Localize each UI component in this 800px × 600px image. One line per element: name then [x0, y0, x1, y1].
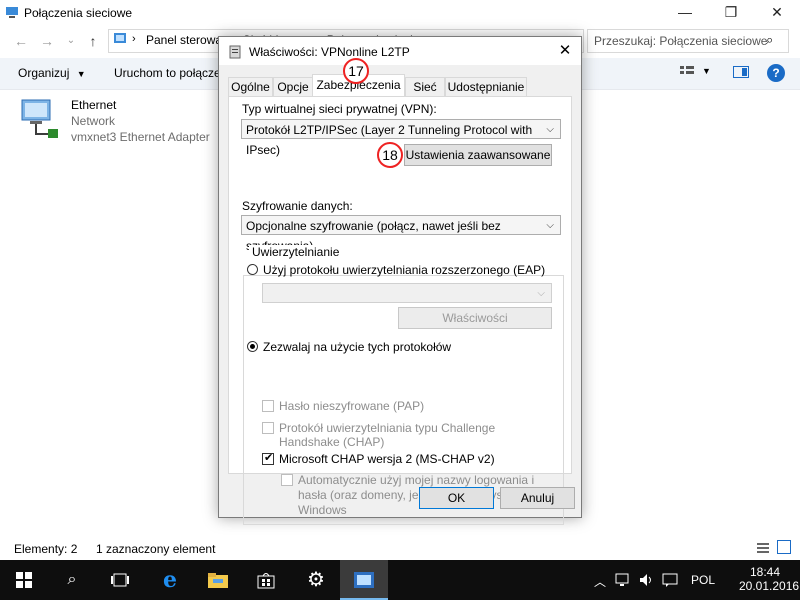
checkbox-pap[interactable]	[262, 400, 274, 412]
close-window-button[interactable]: ✕	[754, 0, 800, 26]
ethernet-type: Network	[71, 114, 116, 128]
settings-gear-icon[interactable]: ⚙	[292, 560, 340, 600]
ok-button[interactable]: OK	[419, 487, 494, 509]
vpn-properties-dialog: Właściwości: VPNonline L2TP ✕ Ogólne Opc…	[218, 36, 582, 525]
organize-menu[interactable]: Organizuj ▼	[18, 66, 86, 80]
vpn-type-label: Typ wirtualnej sieci prywatnej (VPN):	[242, 102, 437, 116]
task-view-icon[interactable]	[96, 560, 144, 600]
chevron-down-icon: ⌵	[546, 124, 554, 135]
search-placeholder: Przeszukaj: Połączenia sieciowe	[594, 34, 768, 48]
radio-allow-protocols[interactable]	[247, 341, 258, 352]
security-tab-panel: Typ wirtualnej sieci prywatnej (VPN): Pr…	[228, 96, 572, 525]
breadcrumb-chevron-icon: ›	[132, 33, 136, 45]
checkbox-auto-logon[interactable]	[281, 474, 293, 486]
tab-general[interactable]: Ogólne	[228, 77, 273, 97]
advanced-settings-button[interactable]: Ustawienia zaawansowane	[404, 144, 552, 166]
clock-time: 18:44	[749, 565, 781, 579]
network-status-icon[interactable]	[615, 573, 631, 590]
speaker-icon[interactable]	[639, 573, 655, 590]
dialog-title: Właściwości: VPNonline L2TP	[249, 45, 410, 59]
large-icons-view-icon[interactable]	[777, 540, 791, 554]
checkbox-pap-label[interactable]: Hasło nieszyfrowane (PAP)	[279, 399, 424, 413]
store-icon[interactable]	[242, 560, 290, 600]
radio-eap[interactable]	[247, 264, 258, 275]
tab-network[interactable]: Sieć	[405, 77, 445, 97]
view-options-icon[interactable]	[680, 66, 694, 78]
file-explorer-icon[interactable]	[194, 560, 242, 600]
cancel-button[interactable]: Anuluj	[500, 487, 575, 509]
back-icon[interactable]: ←	[12, 32, 30, 50]
dialog-close-button[interactable]: ✕	[551, 39, 579, 63]
help-icon[interactable]: ?	[767, 64, 785, 82]
radio-eap-label[interactable]: Użyj protokołu uwierzytelniania rozszerz…	[263, 263, 545, 277]
up-icon[interactable]: ↑	[84, 32, 102, 50]
control-panel-icon	[113, 32, 127, 46]
radio-selected-dot	[250, 344, 255, 349]
start-windows-icon[interactable]	[0, 560, 48, 600]
vpn-type-select[interactable]: Protokół L2TP/IPSec (Layer 2 Tunneling P…	[241, 119, 561, 157]
details-view-icon[interactable]	[757, 542, 769, 553]
eap-properties-button[interactable]: Właściwości	[398, 307, 552, 329]
checkbox-chap[interactable]	[262, 422, 274, 434]
notification-message-icon[interactable]	[662, 573, 678, 590]
network-connections-taskbar-icon[interactable]	[340, 560, 388, 600]
ethernet-name[interactable]: Ethernet	[71, 98, 116, 112]
encryption-label: Szyfrowanie danych:	[242, 199, 353, 213]
clock-date: 20.01.2016	[739, 579, 800, 593]
maximize-button[interactable]: ❐	[708, 0, 754, 26]
tab-sharing[interactable]: Udostępnianie	[445, 77, 527, 97]
forward-icon[interactable]: →	[38, 32, 56, 50]
show-hidden-icons-icon[interactable]: ︿	[594, 573, 606, 590]
organize-label: Organizuj	[18, 66, 70, 80]
radio-allow-protocols-label[interactable]: Zezwalaj na użycie tych protokołów	[263, 340, 451, 354]
preview-pane-icon[interactable]	[733, 66, 749, 78]
chevron-down-icon: ⌵	[546, 220, 554, 231]
chevron-down-icon: ⌵	[537, 288, 545, 299]
checkbox-mschap-v2[interactable]: ✔	[262, 452, 274, 465]
clock[interactable]: 18:44 20.01.2016	[739, 565, 800, 593]
checkbox-chap-label[interactable]: Protokół uwierzytelniania typu Challenge…	[279, 421, 529, 449]
minimize-button[interactable]: —	[662, 0, 708, 26]
encryption-select[interactable]: Opcjonalne szyfrowanie (połącz, nawet je…	[241, 215, 561, 253]
status-element-count: Elementy: 2	[14, 542, 78, 556]
checkbox-mschap-v2-label[interactable]: Microsoft CHAP wersja 2 (MS-CHAP v2)	[279, 452, 495, 466]
search-icon[interactable]: ⌕	[48, 560, 96, 600]
ethernet-adapter-name: vmxnet3 Ethernet Adapter	[71, 130, 210, 144]
callout-17: 17	[343, 58, 369, 84]
tab-options[interactable]: Opcje	[273, 77, 313, 97]
explorer-title: Połączenia sieciowe	[24, 6, 133, 20]
language-indicator[interactable]: POL	[691, 573, 715, 587]
search-icon[interactable]: ⌕	[766, 32, 773, 48]
ethernet-adapter-icon[interactable]	[16, 96, 62, 146]
checkmark-icon: ✔	[264, 452, 274, 464]
dropdown-arrow-icon: ▼	[76, 69, 86, 79]
view-dropdown-icon[interactable]: ▼	[702, 66, 711, 76]
edge-browser-icon[interactable]: e	[146, 560, 194, 600]
network-connections-icon	[5, 5, 19, 19]
recent-dropdown-icon[interactable]: ⌄	[62, 32, 80, 50]
authentication-group-title: Uwierzytelnianie	[249, 245, 343, 259]
callout-18: 18	[377, 142, 403, 168]
status-selected-count: 1 zaznaczony element	[96, 542, 216, 556]
eap-method-select[interactable]: ⌵	[262, 283, 552, 303]
network-properties-icon	[229, 45, 241, 59]
